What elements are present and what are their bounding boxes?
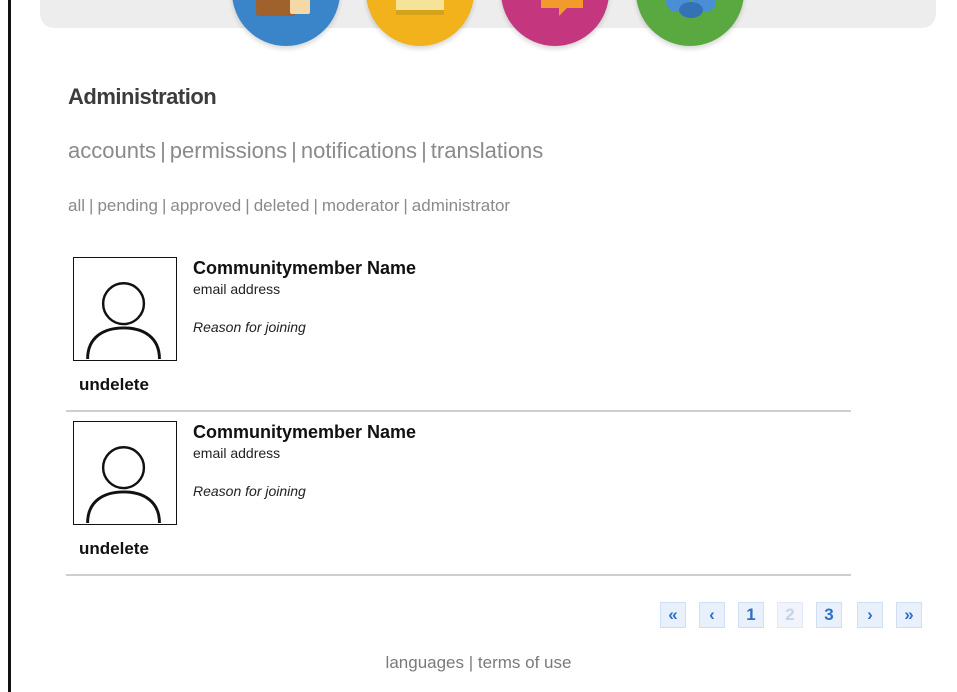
nav-separator: |	[421, 138, 427, 163]
filter-separator: |	[161, 196, 167, 215]
undelete-link[interactable]: undelete	[79, 539, 149, 559]
filter-approved[interactable]: approved	[170, 196, 241, 215]
nav-separator: |	[160, 138, 166, 163]
filter-moderator[interactable]: moderator	[322, 196, 399, 215]
page-3-button[interactable]: 3	[816, 602, 842, 628]
member-email: email address	[193, 445, 281, 461]
filter-administrator[interactable]: administrator	[412, 196, 510, 215]
primary-nav: accounts | permissions | notifications | trans…	[68, 138, 543, 164]
folder-icon[interactable]	[232, 0, 340, 46]
page-1-button[interactable]: 1	[738, 602, 764, 628]
nav-translations[interactable]: translations	[431, 138, 544, 163]
filter-all[interactable]: all	[68, 196, 85, 215]
header-bar	[40, 0, 936, 28]
nav-separator: |	[291, 138, 297, 163]
people-icon[interactable]	[636, 0, 744, 46]
filter-separator: |	[89, 196, 94, 215]
speech-bubble-icon[interactable]	[501, 0, 609, 46]
terms-of-use-link[interactable]: terms of use	[478, 653, 572, 672]
member-list-item: Communitymember Name email address Reaso…	[66, 254, 851, 412]
member-name: Communitymember Name	[193, 422, 417, 442]
left-border-line	[8, 0, 11, 692]
undelete-link[interactable]: undelete	[79, 375, 149, 395]
footer: languages | terms of use	[0, 653, 957, 673]
member-name: Communitymember Name	[193, 258, 417, 278]
member-reason: Reason for joining	[193, 483, 306, 499]
filter-separator: |	[313, 196, 318, 215]
page-title: Administration	[68, 84, 217, 109]
nav-permissions[interactable]: permissions	[170, 138, 287, 163]
avatar-placeholder-icon	[73, 257, 177, 361]
prev-page-button[interactable]: ‹	[699, 602, 725, 628]
footer-separator: |	[468, 653, 474, 672]
member-email: email address	[193, 281, 281, 297]
filter-nav: all | pending | approved | deleted | moderator | a…	[68, 196, 510, 216]
member-reason: Reason for joining	[193, 319, 306, 335]
nav-notifications[interactable]: notifications	[301, 138, 417, 163]
document-icon[interactable]	[366, 0, 474, 46]
last-page-button[interactable]: »	[896, 602, 922, 628]
filter-separator: |	[403, 196, 408, 215]
first-page-button[interactable]: «	[660, 602, 686, 628]
filter-separator: |	[245, 196, 250, 215]
nav-accounts[interactable]: accounts	[68, 138, 156, 163]
next-page-button[interactable]: ›	[857, 602, 883, 628]
member-list-item: Communitymember Name email address Reaso…	[66, 418, 851, 576]
filter-deleted[interactable]: deleted	[254, 196, 310, 215]
page-2-button[interactable]: 2	[777, 602, 803, 628]
avatar-placeholder-icon	[73, 421, 177, 525]
filter-pending[interactable]: pending	[97, 196, 158, 215]
languages-link[interactable]: languages	[386, 653, 464, 672]
